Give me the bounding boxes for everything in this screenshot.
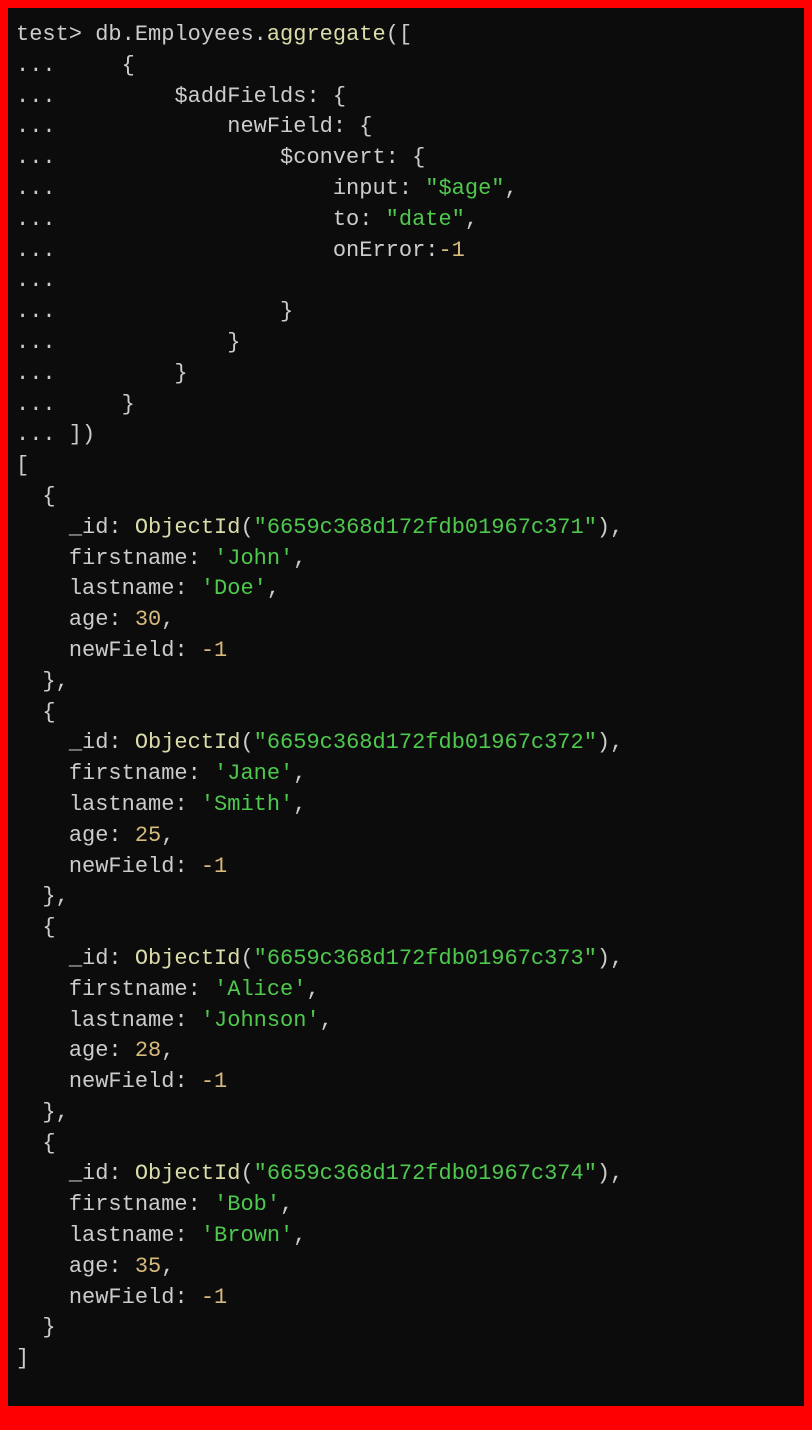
output-line: age: 25,: [16, 823, 174, 848]
output-line: },: [16, 1100, 69, 1125]
cont-line: ... $addFields: {: [16, 84, 346, 109]
cont-line: ... ]): [16, 422, 95, 447]
cont-line: ... input: "$age",: [16, 176, 518, 201]
output-line: }: [16, 1315, 56, 1340]
output-line: {: [16, 1131, 56, 1156]
output-line: },: [16, 884, 69, 909]
output-line: firstname: 'Jane',: [16, 761, 306, 786]
output-line: newField: -1: [16, 1069, 227, 1094]
cont-line: ... newField: {: [16, 114, 372, 139]
output-line: firstname: 'Bob',: [16, 1192, 293, 1217]
cont-line: ... }: [16, 361, 188, 386]
output-line: newField: -1: [16, 1285, 227, 1310]
output-line: {: [16, 700, 56, 725]
output-line: {: [16, 484, 56, 509]
cont-line: ... to: "date",: [16, 207, 478, 232]
output-line: },: [16, 669, 69, 694]
cont-line: ...: [16, 268, 56, 293]
cont-line: ... }: [16, 330, 240, 355]
output-line: firstname: 'Alice',: [16, 977, 320, 1002]
output-line: _id: ObjectId("6659c368d172fdb01967c373"…: [16, 946, 623, 971]
output-line: firstname: 'John',: [16, 546, 306, 571]
cont-line: ... }: [16, 299, 293, 324]
output-line: lastname: 'Doe',: [16, 576, 280, 601]
output-line: lastname: 'Johnson',: [16, 1008, 333, 1033]
output-line: age: 35,: [16, 1254, 174, 1279]
output-line: age: 28,: [16, 1038, 174, 1063]
output-line: age: 30,: [16, 607, 174, 632]
output-line: [: [16, 453, 29, 478]
output-line: newField: -1: [16, 638, 227, 663]
cont-line: ... {: [16, 53, 135, 78]
output-line: {: [16, 915, 56, 940]
output-line: ]: [16, 1346, 29, 1371]
output-line: _id: ObjectId("6659c368d172fdb01967c374"…: [16, 1161, 623, 1186]
output-line: _id: ObjectId("6659c368d172fdb01967c371"…: [16, 515, 623, 540]
cont-line: ... $convert: {: [16, 145, 425, 170]
output-line: lastname: 'Smith',: [16, 792, 306, 817]
output-line: lastname: 'Brown',: [16, 1223, 306, 1248]
terminal-window[interactable]: test> db.Employees.aggregate([ ... { ...…: [8, 8, 804, 1406]
cont-line: ... onError:-1: [16, 238, 465, 263]
prompt-text: test> db.Employees.aggregate([: [16, 22, 412, 47]
cont-line: ... }: [16, 392, 135, 417]
output-line: newField: -1: [16, 854, 227, 879]
output-line: _id: ObjectId("6659c368d172fdb01967c372"…: [16, 730, 623, 755]
